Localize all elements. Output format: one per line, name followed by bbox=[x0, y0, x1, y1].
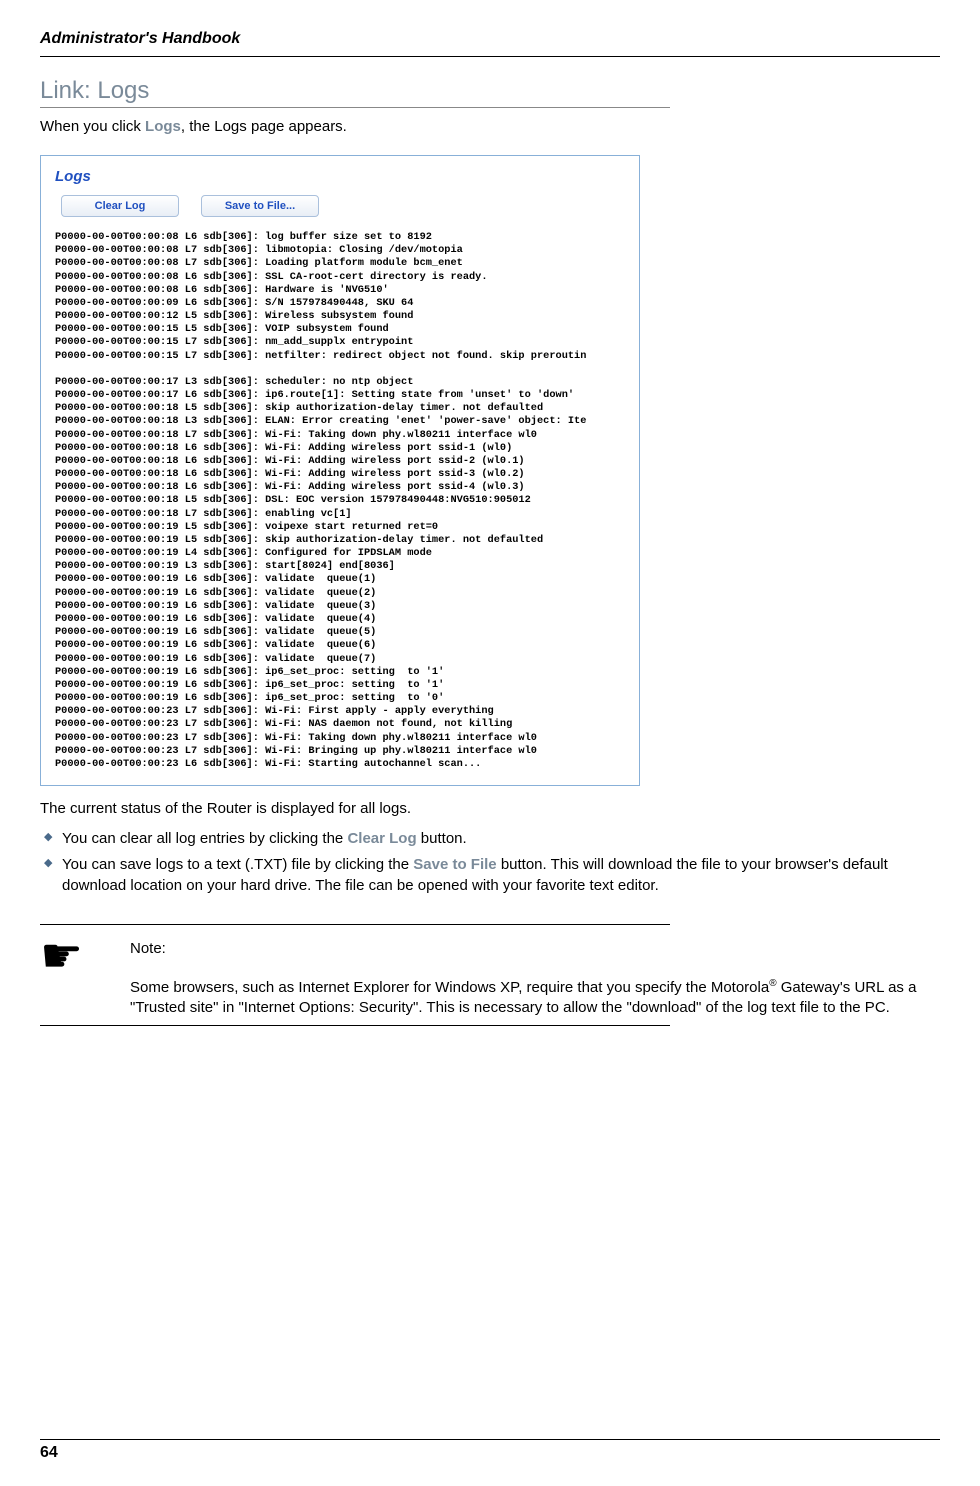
b1-suffix: button. bbox=[417, 830, 467, 847]
clear-log-button[interactable]: Clear Log bbox=[61, 195, 179, 217]
b1-prefix: You can clear all log entries by clickin… bbox=[62, 830, 347, 847]
intro-link: Logs bbox=[145, 118, 181, 135]
log-output: P0000-00-00T00:00:08 L6 sdb[306]: log bu… bbox=[55, 231, 625, 771]
book-title: Administrator's Handbook bbox=[40, 30, 940, 48]
note-block: ☛ Note: Some browsers, such as Internet … bbox=[40, 939, 940, 1019]
bullet-list: You can clear all log entries by clickin… bbox=[40, 829, 940, 896]
pointing-hand-icon: ☛ bbox=[40, 933, 110, 981]
note-rule-top bbox=[40, 924, 670, 925]
bullet-save-file: You can save logs to a text (.TXT) file … bbox=[40, 855, 940, 896]
save-to-file-button[interactable]: Save to File... bbox=[201, 195, 319, 217]
note-rule-bottom bbox=[40, 1025, 670, 1026]
note-prefix: Some browsers, such as Internet Explorer… bbox=[130, 979, 769, 996]
logs-title: Logs bbox=[55, 168, 625, 185]
header-rule bbox=[40, 56, 940, 57]
button-row: Clear Log Save to File... bbox=[61, 195, 625, 217]
b2-link: Save to File bbox=[413, 856, 496, 873]
note-text: Some browsers, such as Internet Explorer… bbox=[130, 977, 940, 1019]
registered-mark: ® bbox=[769, 978, 776, 989]
note-label: Note: bbox=[130, 939, 940, 959]
intro-prefix: When you click bbox=[40, 118, 145, 135]
page-footer: 64 bbox=[40, 1439, 940, 1462]
footer-rule bbox=[40, 1439, 940, 1440]
note-body: Note: Some browsers, such as Internet Ex… bbox=[130, 939, 940, 1019]
logs-screenshot: Logs Clear Log Save to File... P0000-00-… bbox=[40, 155, 640, 786]
intro-paragraph: When you click Logs, the Logs page appea… bbox=[40, 118, 940, 135]
section-heading: Link: Logs bbox=[40, 77, 670, 108]
b1-link: Clear Log bbox=[347, 830, 416, 847]
status-text: The current status of the Router is disp… bbox=[40, 800, 940, 817]
b2-prefix: You can save logs to a text (.TXT) file … bbox=[62, 856, 413, 873]
bullet-clear-log: You can clear all log entries by clickin… bbox=[40, 829, 940, 849]
intro-suffix: , the Logs page appears. bbox=[181, 118, 347, 135]
page-number: 64 bbox=[40, 1444, 940, 1462]
